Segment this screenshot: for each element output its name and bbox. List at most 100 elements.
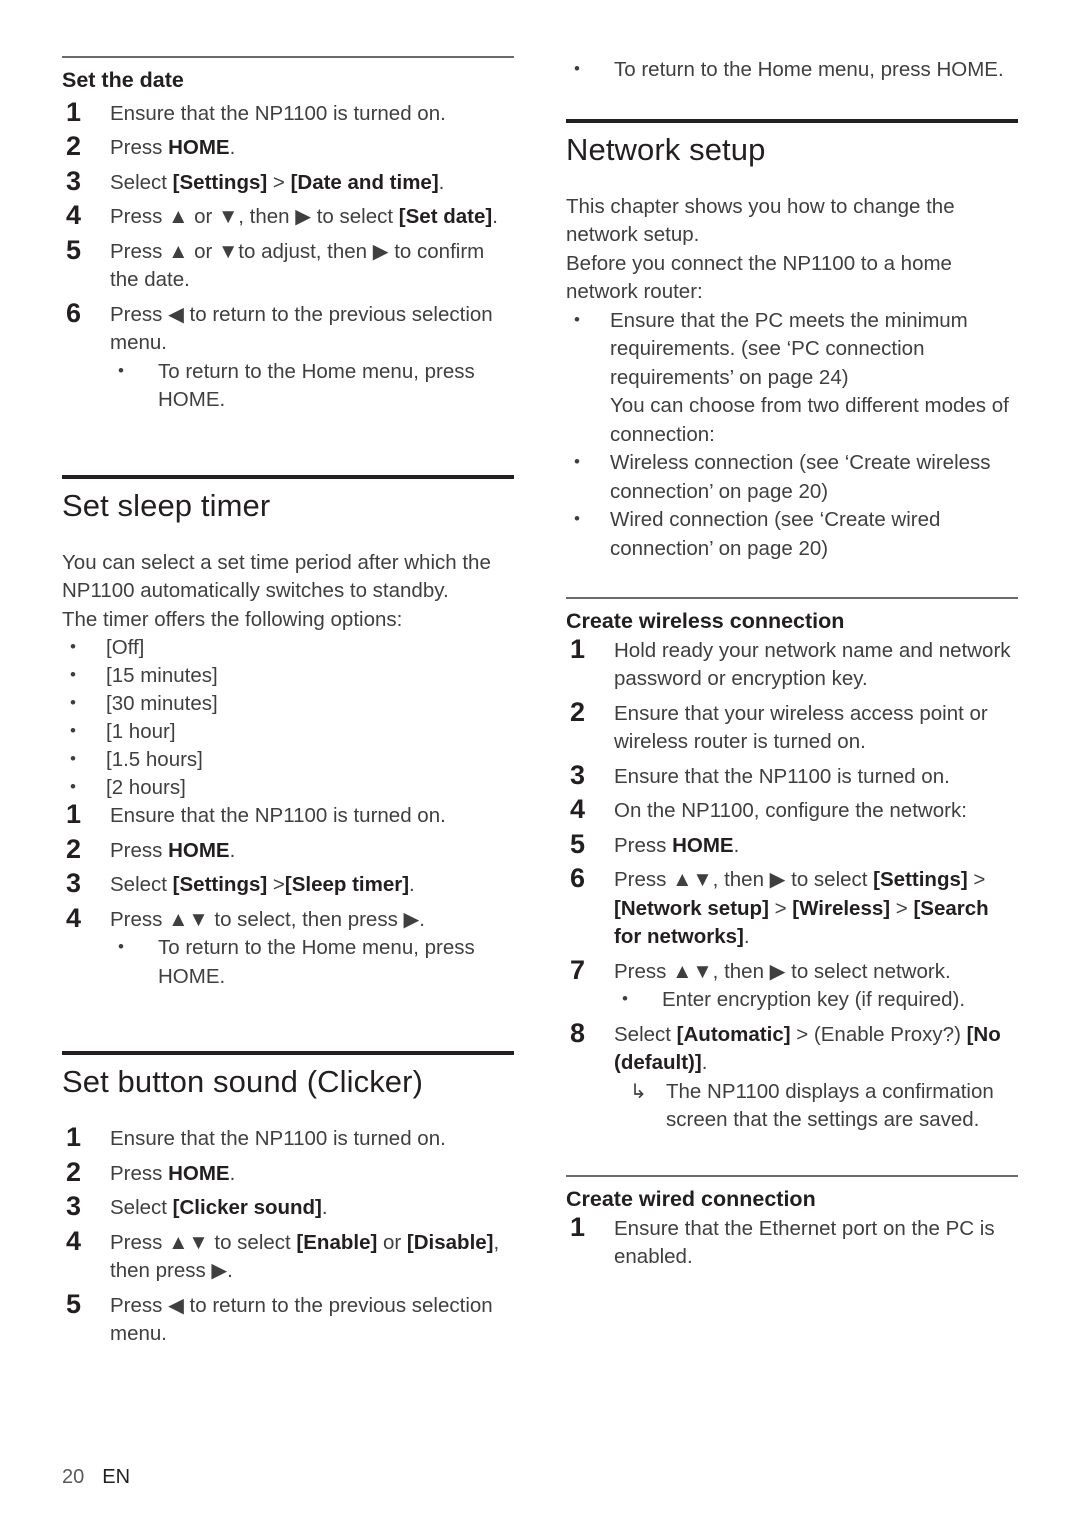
step-text: Press ▲▼, then ▶ to select network. xyxy=(614,959,951,983)
steps-set-button-sound: 1 Ensure that the NP1100 is turned on. 2… xyxy=(62,1122,514,1349)
step-text-suffix: . xyxy=(733,833,740,857)
step-item: 4 Press ▲▼ to select, then press ▶. To r… xyxy=(62,902,514,992)
step-text-suffix: . xyxy=(229,136,236,160)
step-text: Ensure that the NP1100 is turned on. xyxy=(110,101,446,125)
step-item: 3 Select [Settings] > [Date and time]. xyxy=(62,165,514,198)
two-column-layout: Set the date 1 Ensure that the NP1100 is… xyxy=(0,55,1080,1355)
ui-token: [Settings] xyxy=(172,170,268,194)
step-item: 2 Ensure that your wireless access point… xyxy=(566,697,1018,757)
step-number: 1 xyxy=(570,633,586,664)
step-number: 1 xyxy=(66,96,82,127)
sub-bullet-item: Enter encryption key (if required). xyxy=(614,985,1018,1015)
step-number: 5 xyxy=(570,828,586,859)
intro-paragraph-2: Before you connect the NP1100 to a home … xyxy=(566,251,952,304)
ui-token: [Wireless] xyxy=(792,896,891,920)
ui-token: [Settings] xyxy=(172,873,268,897)
section-create-wired-connection: Create wired connection 1 Ensure that th… xyxy=(566,1174,1018,1272)
step-item: 4 On the NP1100, configure the network: xyxy=(566,794,1018,826)
step-text: Ensure that the NP1100 is turned on. xyxy=(110,804,446,828)
section-divider-rule xyxy=(62,1051,514,1056)
network-setup-bullets: Ensure that the PC meets the minimum req… xyxy=(566,306,1018,564)
step-item: 3 Select [Settings] >[Sleep timer]. xyxy=(62,868,514,900)
step-item: 6 Press ▲▼, then ▶ to select [Settings] … xyxy=(566,863,1018,952)
right-column: To return to the Home menu, press HOME. … xyxy=(566,55,1018,1355)
ui-token: [Settings] xyxy=(873,868,968,892)
section-set-sleep-timer: Set sleep timer You can select a set tim… xyxy=(62,474,514,992)
step-text-mid: > xyxy=(267,170,291,194)
step-item: 5 Press HOME. xyxy=(566,828,1018,861)
footer-language-code: EN xyxy=(102,1466,131,1488)
steps-create-wireless-connection: 1 Hold ready your network name and netwo… xyxy=(566,633,1018,1135)
step-item: 1 Hold ready your network name and netwo… xyxy=(566,633,1018,694)
list-item: [Off] xyxy=(62,633,514,662)
left-column: Set the date 1 Ensure that the NP1100 is… xyxy=(62,56,514,1355)
page-footer: 20 EN xyxy=(62,1466,130,1489)
list-item: [2 hours] xyxy=(62,773,514,802)
list-item: [15 minutes] xyxy=(62,661,514,690)
ui-token: HOME xyxy=(168,838,230,862)
step-text-mid: > xyxy=(267,873,285,897)
step-text-suffix: . xyxy=(409,873,415,897)
step-number: 3 xyxy=(66,868,82,899)
step-text-mid: > xyxy=(768,896,793,920)
section-create-wireless-connection: Create wireless connection 1 Hold ready … xyxy=(566,597,1018,1135)
step-item: 2 Press HOME. xyxy=(62,833,514,866)
sub-bullet-item: To return to the Home menu, press HOME. xyxy=(110,357,514,415)
step-result-text: The NP1100 displays a confirmation scree… xyxy=(614,1078,1018,1135)
step-text-prefix: Press xyxy=(614,833,673,857)
step-text: Press ◀ to return to the previous select… xyxy=(110,302,493,355)
manual-page: Set the date 1 Ensure that the NP1100 is… xyxy=(0,0,1080,1527)
step-number: 1 xyxy=(66,1122,82,1153)
intro-paragraph-1: You can select a set time period after w… xyxy=(62,550,491,603)
step-text: Hold ready your network name and network… xyxy=(614,638,1011,691)
step-number: 4 xyxy=(66,1225,82,1256)
step-number: 4 xyxy=(66,902,82,933)
heading-set-sleep-timer: Set sleep timer xyxy=(62,487,271,523)
section-divider-rule xyxy=(566,118,1018,123)
section-divider-rule xyxy=(566,597,1018,600)
step-number: 2 xyxy=(66,833,82,864)
step-number: 5 xyxy=(66,1288,82,1319)
intro-paragraph-2: The timer offers the following options: xyxy=(62,607,403,631)
list-item: Wired connection (see ‘Create wired conn… xyxy=(566,505,1018,563)
step-text-prefix: Select xyxy=(110,873,173,897)
list-item-continuation: You can choose from two different modes … xyxy=(610,394,1009,446)
intro-paragraph-1: This chapter shows you how to change the… xyxy=(566,194,955,247)
section-set-button-sound: Set button sound (Clicker) 1 Ensure that… xyxy=(62,1051,514,1349)
ui-token: [Automatic] xyxy=(676,1022,791,1046)
step-text-prefix: Press xyxy=(110,1161,169,1185)
list-item: Wireless connection (see ‘Create wireles… xyxy=(566,448,1018,506)
step-text-prefix: Press xyxy=(110,136,169,160)
ui-token: [Set date] xyxy=(398,205,493,229)
step-number: 5 xyxy=(66,234,82,265)
step-text-suffix: . xyxy=(229,838,236,862)
step-text: Press ▲ or ▼, then ▶ to select xyxy=(110,205,399,229)
ui-token: [Clicker sound] xyxy=(172,1196,322,1220)
ui-token: HOME xyxy=(168,1161,230,1185)
step-number: 3 xyxy=(66,165,82,196)
sub-bullet-item: To return to the Home menu, press HOME. xyxy=(110,933,514,991)
ui-token: [Date and time] xyxy=(290,170,439,194)
step-item: 3 Ensure that the NP1100 is turned on. xyxy=(566,760,1018,792)
ui-token: [Network setup] xyxy=(614,896,769,920)
step-number: 4 xyxy=(570,794,586,825)
step-text-mid: > xyxy=(890,896,914,920)
list-item: [30 minutes] xyxy=(62,689,514,718)
step-number: 6 xyxy=(66,297,82,328)
section-divider-rule xyxy=(62,56,514,58)
list-item: [1.5 hours] xyxy=(62,745,514,774)
step-item: 3 Select [Clicker sound]. xyxy=(62,1191,514,1223)
step-text: Press ▲ or ▼to adjust, then ▶ to confirm… xyxy=(110,239,485,292)
section-divider-rule xyxy=(566,1174,1018,1177)
step-text: Ensure that the NP1100 is turned on. xyxy=(110,1127,446,1151)
step-text-prefix: Select xyxy=(110,1196,173,1220)
heading-create-wireless-connection: Create wireless connection xyxy=(566,609,845,634)
ui-token: [Enable] xyxy=(296,1230,378,1254)
step-number: 2 xyxy=(66,131,82,162)
step-text-prefix: Press xyxy=(110,838,169,862)
step-text-mid: > xyxy=(967,868,986,892)
sub-bullet-item: To return to the Home menu, press HOME. xyxy=(566,55,1018,85)
step-sub-bullets: To return to the Home menu, press HOME. xyxy=(110,357,514,415)
